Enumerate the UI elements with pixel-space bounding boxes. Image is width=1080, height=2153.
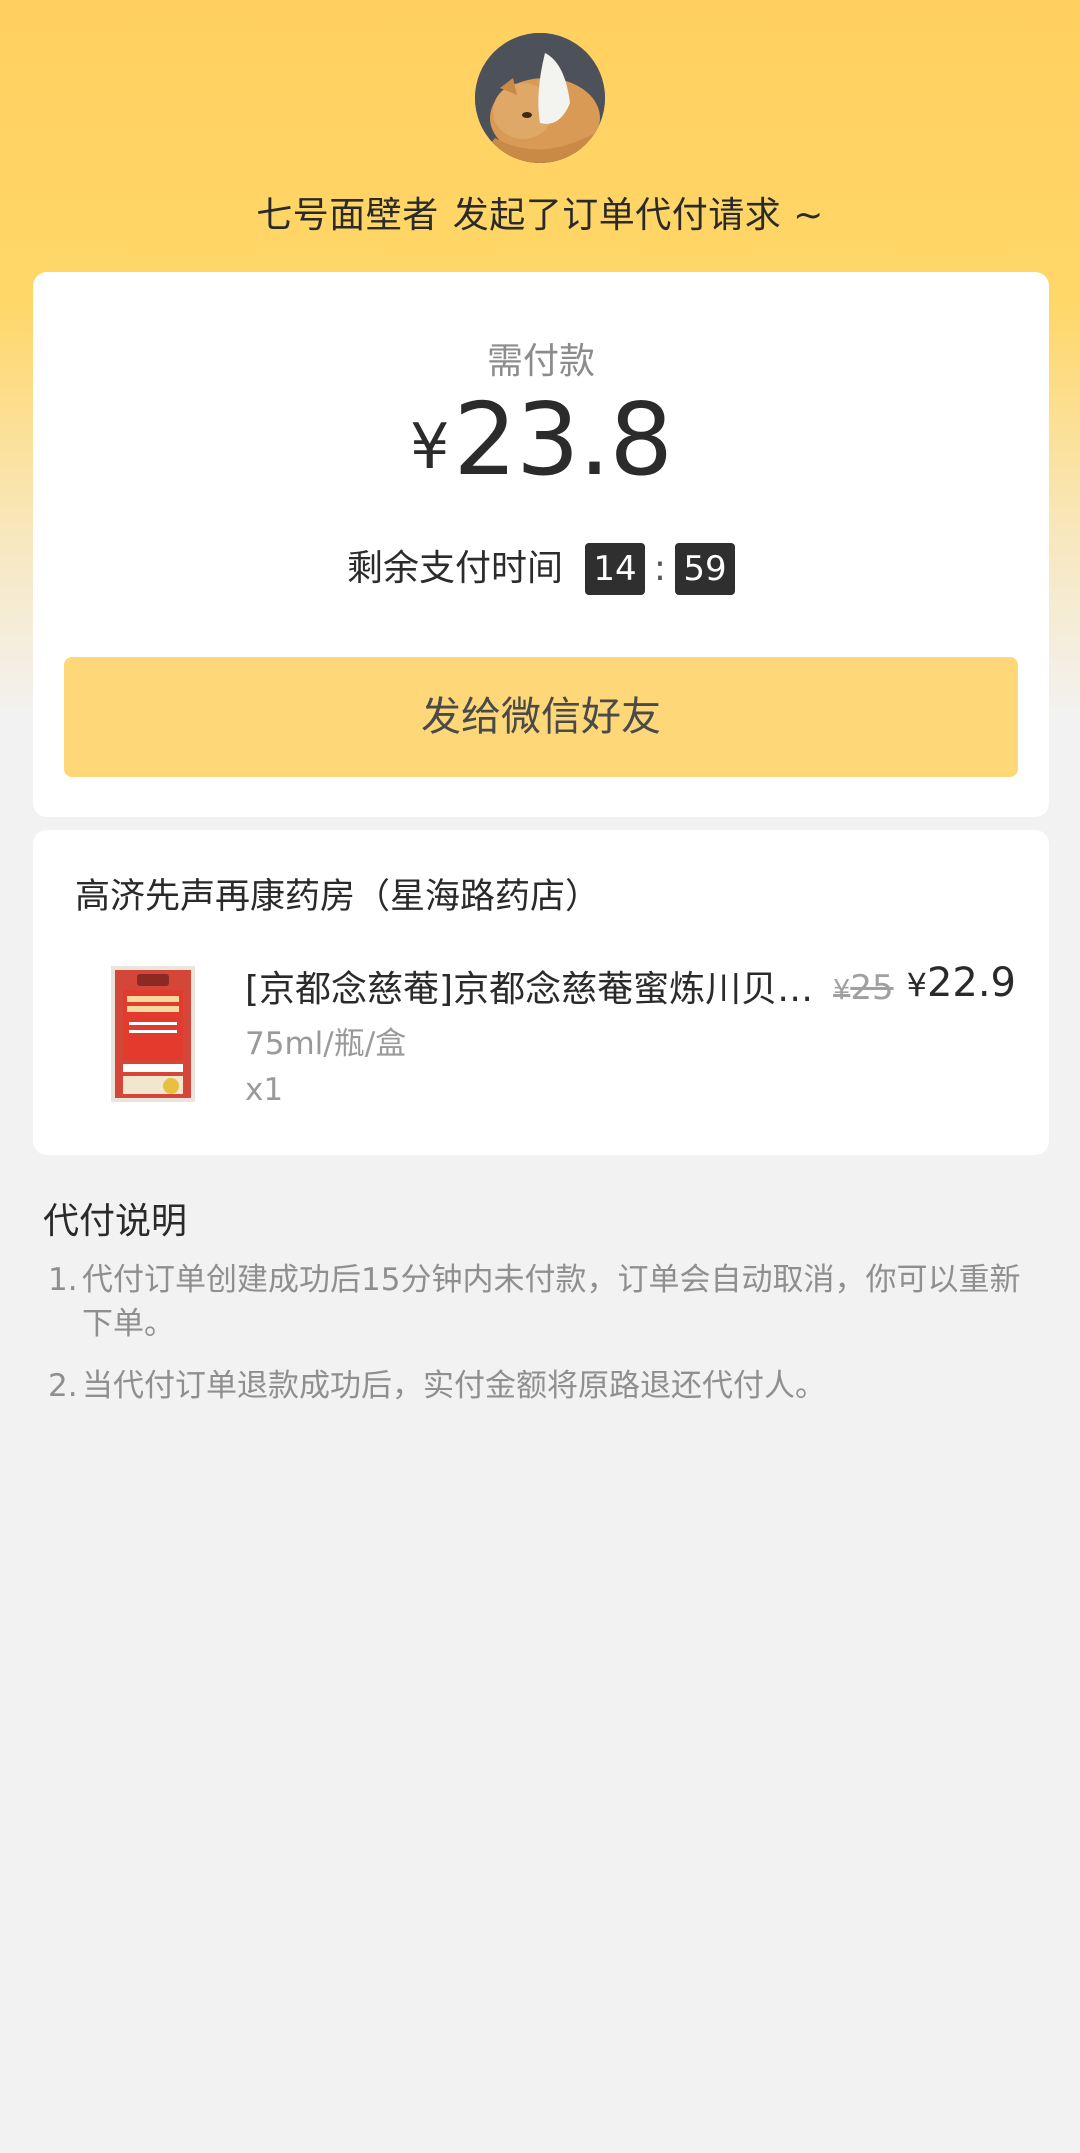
note-item: 1. 代付订单创建成功后15分钟内未付款，订单会自动取消，你可以重新下单。 xyxy=(48,1258,1048,1346)
payment-card: 需付款 ¥23.8 剩余支付时间 14:59 发给微信好友 xyxy=(33,272,1049,817)
store-name: 高济先声再康药房（星海路药店） xyxy=(75,877,601,917)
original-price-value: 25 xyxy=(850,968,894,1008)
product-title[interactable]: [京都念慈菴]京都念慈菴蜜炼川贝枇杷膏 xyxy=(245,960,825,1012)
payment-notes: 1. 代付订单创建成功后15分钟内未付款，订单会自动取消，你可以重新下单。 2.… xyxy=(48,1258,1048,1426)
current-price-symbol: ¥ xyxy=(906,966,927,1004)
countdown-seconds: 59 xyxy=(675,543,735,595)
avatar xyxy=(475,33,605,163)
product-quantity: x1 xyxy=(245,1072,284,1108)
payment-notes-title: 代付说明 xyxy=(43,1201,188,1242)
currency-symbol: ¥ xyxy=(409,410,450,483)
cat-avatar-image xyxy=(475,33,605,163)
request-text: 发起了订单代付请求 ~ xyxy=(452,195,824,236)
note-item: 2. 当代付订单退款成功后，实付金额将原路退还代付人。 xyxy=(48,1364,1048,1408)
amount-value: 23.8 xyxy=(453,381,673,498)
order-card: 高济先声再康药房（星海路药店） [京都念慈菴]京都念慈菴蜜炼川贝枇杷膏 75ml… xyxy=(33,830,1049,1155)
requester-nickname: 七号面壁者 xyxy=(256,195,439,236)
current-price: ¥22.9 xyxy=(907,960,1016,1006)
medicine-box-image xyxy=(111,966,195,1102)
current-price-value: 22.9 xyxy=(926,960,1016,1006)
product-spec: 75ml/瓶/盒 xyxy=(245,1026,407,1062)
request-message: 七号面壁者 发起了订单代付请求 ~ xyxy=(0,186,1080,238)
product-image[interactable] xyxy=(93,960,213,1108)
countdown-label: 剩余支付时间 xyxy=(346,548,563,589)
countdown-minutes: 14 xyxy=(585,543,645,595)
payment-countdown: 剩余支付时间 14:59 xyxy=(33,542,1049,595)
original-price-symbol: ¥ xyxy=(833,975,851,1006)
note-text: 当代付订单退款成功后，实付金额将原路退还代付人。 xyxy=(82,1368,826,1404)
note-index: 2. xyxy=(48,1368,78,1404)
send-to-wechat-friend-button[interactable]: 发给微信好友 xyxy=(64,657,1018,777)
amount-due-label: 需付款 xyxy=(486,341,595,382)
original-price: ¥25 xyxy=(833,968,894,1008)
countdown-separator: : xyxy=(653,548,667,589)
amount-due: ¥23.8 xyxy=(33,390,1049,490)
note-index: 1. xyxy=(48,1262,78,1298)
note-text: 代付订单创建成功后15分钟内未付款，订单会自动取消，你可以重新下单。 xyxy=(82,1262,1021,1342)
